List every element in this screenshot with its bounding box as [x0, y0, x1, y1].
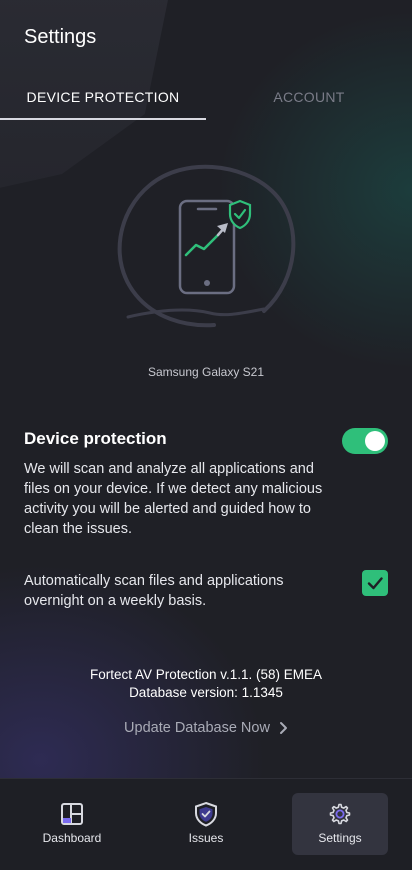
database-version: Database version: 1.1345: [129, 685, 283, 700]
nav-issues[interactable]: Issues: [158, 793, 254, 855]
tab-device-protection[interactable]: DEVICE PROTECTION: [0, 76, 206, 120]
nav-settings[interactable]: Settings: [292, 793, 388, 855]
auto-scan-label: Automatically scan files and application…: [24, 573, 284, 609]
nav-dashboard[interactable]: Dashboard: [24, 793, 120, 855]
update-database-label: Update Database Now: [124, 720, 270, 736]
device-protection-description: We will scan and analyze all application…: [24, 461, 323, 537]
check-icon: [367, 577, 383, 590]
toggle-knob: [365, 431, 385, 451]
device-illustration: [114, 161, 300, 341]
auto-scan-checkbox[interactable]: [362, 570, 388, 596]
device-protection-title: Device protection: [24, 429, 167, 448]
device-name: Samsung Galaxy S21: [147, 365, 265, 379]
chevron-right-icon: [279, 722, 287, 734]
shield-icon: [195, 801, 217, 827]
tab-bar: DEVICE PROTECTION ACCOUNT: [0, 76, 412, 120]
bottom-navigation: Dashboard Issues Settings: [0, 778, 412, 870]
nav-dashboard-label: Dashboard: [42, 831, 102, 845]
update-database-button[interactable]: Update Database Now: [0, 720, 412, 736]
tab-account[interactable]: ACCOUNT: [206, 76, 412, 120]
dashboard-icon: [61, 803, 83, 825]
gear-icon: [329, 803, 351, 825]
nav-issues-label: Issues: [188, 831, 224, 845]
device-protection-toggle[interactable]: [342, 428, 388, 454]
page-title: Settings: [24, 26, 97, 48]
product-version: Fortect AV Protection v.1.1. (58) EMEA: [89, 667, 323, 682]
nav-settings-label: Settings: [318, 831, 362, 845]
